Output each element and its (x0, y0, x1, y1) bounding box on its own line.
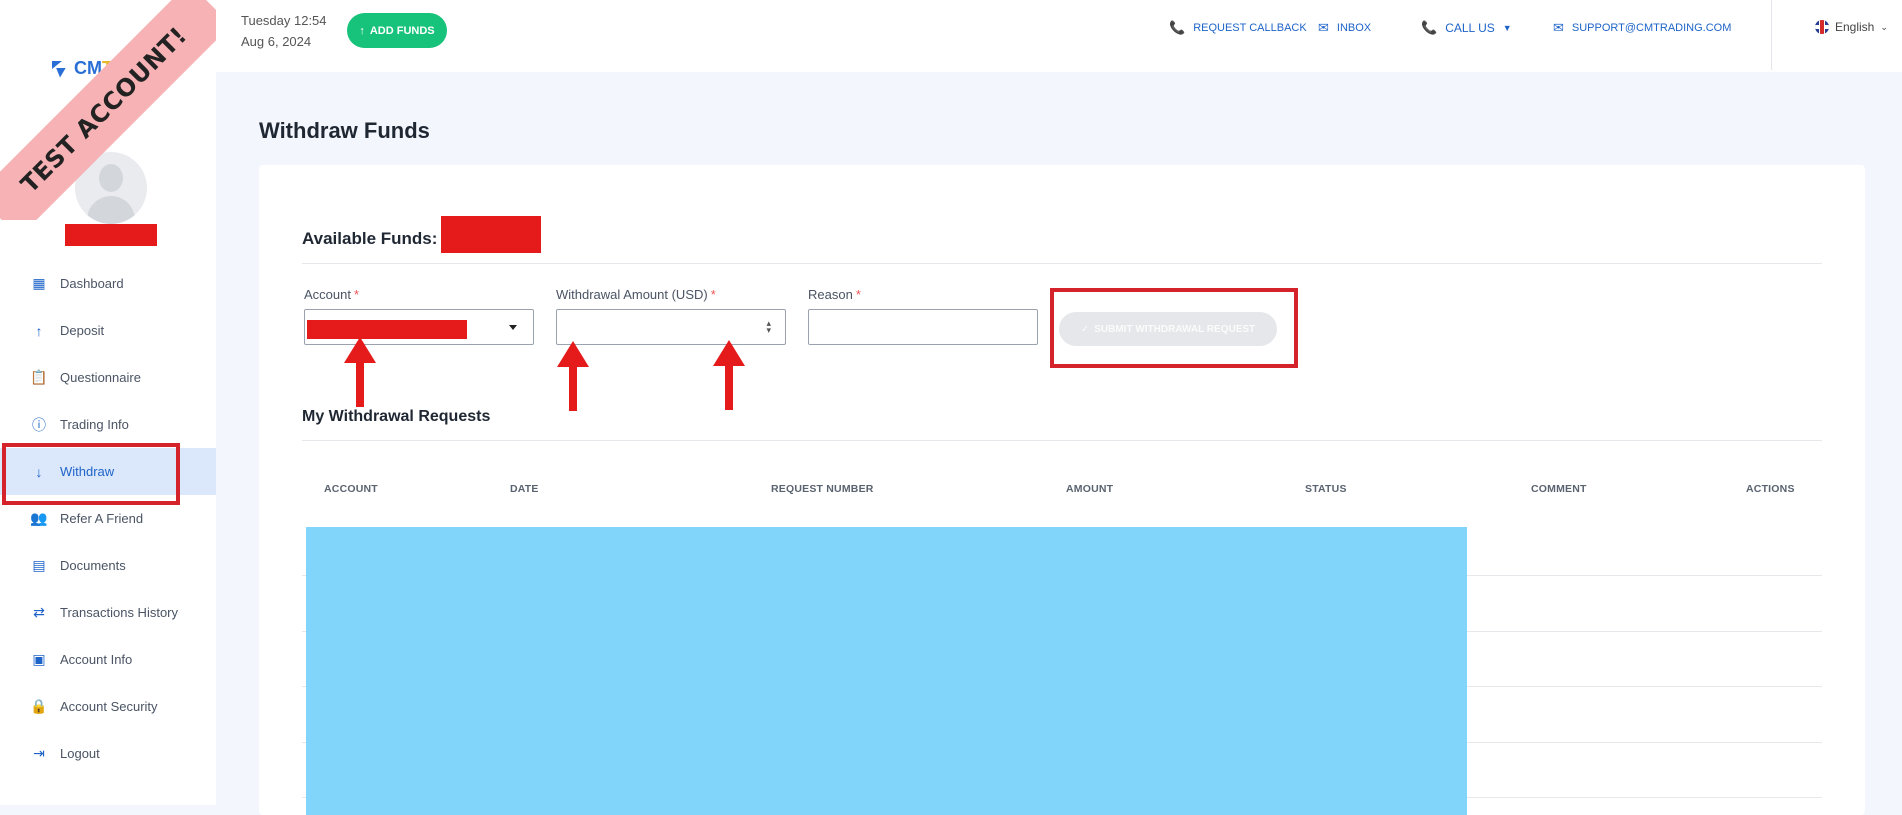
caret-down-icon (509, 325, 517, 330)
sidebar-item-logout[interactable]: ⇥ Logout (0, 730, 216, 777)
th-request-number[interactable]: REQUEST NUMBER (771, 483, 874, 495)
sidebar-item-label: Withdraw (60, 464, 115, 479)
language-label: English (1835, 20, 1875, 34)
sidebar-item-dashboard[interactable]: ▦ Dashboard (0, 260, 216, 307)
th-comment[interactable]: COMMENT (1531, 483, 1587, 495)
current-date: Aug 6, 2024 (241, 34, 312, 49)
add-funds-button[interactable]: ↑ ADD FUNDS (347, 13, 447, 48)
mail-icon: ✉ (1318, 20, 1329, 35)
reason-label: Reason * (808, 287, 861, 302)
redacted-table-rows (306, 527, 1467, 815)
logo-text-primary: CM (74, 58, 102, 78)
th-actions[interactable]: ACTIONS (1746, 483, 1795, 495)
sidebar-item-label: Logout (60, 746, 100, 761)
logo-mark-icon (52, 59, 70, 79)
sidebar-item-documents[interactable]: ▤ Documents (0, 542, 216, 589)
chevron-down-icon: ⌄ (1880, 21, 1888, 32)
language-selector[interactable]: English ⌄ (1815, 20, 1888, 34)
sidebar-item-label: Dashboard (60, 276, 124, 291)
request-callback-label: REQUEST CALLBACK (1193, 22, 1307, 34)
avatar (75, 152, 147, 224)
phone-icon: 📞 (1421, 20, 1438, 35)
clipboard-icon: 📋 (30, 369, 48, 385)
info-circle-icon: ⓘ (32, 416, 46, 433)
sidebar-item-label: Deposit (60, 323, 105, 338)
redacted-available-funds (441, 216, 541, 253)
sidebar-item-label: Account Security (60, 699, 158, 714)
sidebar-item-label: Documents (60, 558, 126, 573)
submit-withdrawal-button[interactable]: ✓ SUBMIT WITHDRAWAL REQUEST (1059, 312, 1277, 346)
support-email-label: SUPPORT@CMTRADING.COM (1571, 22, 1732, 34)
available-funds-label: Available Funds: (302, 229, 438, 248)
sidebar-item-account-info[interactable]: ▣ Account Info (0, 636, 216, 683)
submit-withdrawal-label: SUBMIT WITHDRAWAL REQUEST (1094, 323, 1256, 335)
withdrawal-amount-label: Withdrawal Amount (USD) * (556, 287, 716, 302)
sidebar-item-refer-a-friend[interactable]: 👥 Refer A Friend (0, 495, 216, 542)
sidebar-item-account-security[interactable]: 🔒 Account Security (0, 683, 216, 730)
arrow-up-icon: ↑ (35, 322, 43, 339)
logo-text-secondary: TRADING (102, 58, 184, 78)
mail-icon: ✉ (1553, 20, 1564, 35)
call-us-dropdown[interactable]: 📞 CALL US ▼ (1421, 20, 1512, 36)
number-spinner-icon[interactable]: ▴ ▾ (766, 319, 771, 335)
logout-icon: ⇥ (33, 745, 45, 761)
add-funds-label: ADD FUNDS (369, 24, 435, 37)
contact-card-icon: ▣ (32, 651, 46, 667)
account-select[interactable] (304, 309, 534, 345)
annotation-arrow-reason (713, 340, 745, 410)
th-account[interactable]: ACCOUNT (324, 483, 378, 495)
sidebar-item-label: Trading Info (60, 417, 129, 432)
sidebar-item-questionnaire[interactable]: 📋 Questionnaire (0, 354, 216, 401)
page-title: Withdraw Funds (259, 118, 430, 143)
request-callback-link[interactable]: 📞 REQUEST CALLBACK (1169, 20, 1307, 36)
th-status[interactable]: STATUS (1305, 483, 1347, 495)
th-date[interactable]: DATE (510, 483, 539, 495)
withdraw-card: Available Funds: Account * Withdrawal Amo… (259, 165, 1865, 815)
inbox-label: INBOX (1336, 22, 1372, 34)
lock-icon: 🔒 (30, 698, 48, 714)
swap-icon: ⇄ (33, 604, 45, 620)
topbar: Tuesday 12:54 Aug 6, 2024 ↑ ADD FUNDS 📞 … (216, 0, 1902, 72)
th-amount[interactable]: AMOUNT (1066, 483, 1113, 495)
uk-flag-icon (1815, 20, 1829, 34)
sidebar-item-withdraw[interactable]: ↓ Withdraw (0, 443, 216, 505)
reason-input[interactable] (808, 309, 1038, 345)
support-email-link[interactable]: ✉ SUPPORT@CMTRADING.COM (1553, 20, 1731, 36)
sidebar-item-label: Refer A Friend (60, 511, 144, 526)
sidebar-item-trading-info[interactable]: ⓘ Trading Info (0, 401, 216, 448)
sidebar-nav: ▦ Dashboard ↑ Deposit 📋 Questionnaire ⓘ Trading… (0, 260, 216, 777)
topbar-divider (1771, 0, 1772, 70)
sidebar-item-deposit[interactable]: ↑ Deposit (0, 307, 216, 354)
divider (302, 263, 1822, 264)
divider (302, 440, 1822, 441)
phone-callback-icon: 📞 (1169, 20, 1186, 35)
redacted-account-value (307, 320, 467, 339)
sidebar-item-transactions-history[interactable]: ⇄ Transactions History (0, 589, 216, 636)
cmtrading-logo[interactable]: CMTRADING (52, 58, 184, 79)
document-icon: ▤ (32, 557, 46, 573)
withdrawal-amount-input[interactable]: ▴ ▾ (556, 309, 786, 345)
account-label: Account * (304, 287, 360, 302)
current-day-time: Tuesday 12:54 (241, 13, 327, 28)
datetime: Tuesday 12:54 Aug 6, 2024 (241, 10, 327, 52)
call-us-label: CALL US (1445, 21, 1495, 35)
redacted-user-name (65, 224, 157, 246)
arrow-down-icon: ↓ (35, 463, 43, 480)
add-user-icon: 👥 (30, 510, 48, 526)
chevron-down-icon: ▼ (1502, 23, 1512, 33)
sidebar-item-label: Questionnaire (60, 370, 141, 385)
sidebar-item-label: Transactions History (60, 605, 178, 620)
annotation-arrow-account (344, 337, 376, 407)
my-withdrawal-requests-title: My Withdrawal Requests (302, 408, 491, 425)
check-icon: ✓ (1080, 323, 1090, 335)
sidebar-item-label: Account Info (60, 652, 133, 667)
arrow-up-icon: ↑ (359, 24, 365, 37)
annotation-arrow-amount (557, 341, 589, 411)
inbox-link[interactable]: ✉ INBOX (1318, 20, 1371, 36)
sidebar: CMTRADING ▦ Dashboard ↑ Deposit 📋 Questionnai… (0, 0, 216, 805)
dashboard-icon: ▦ (32, 275, 46, 291)
